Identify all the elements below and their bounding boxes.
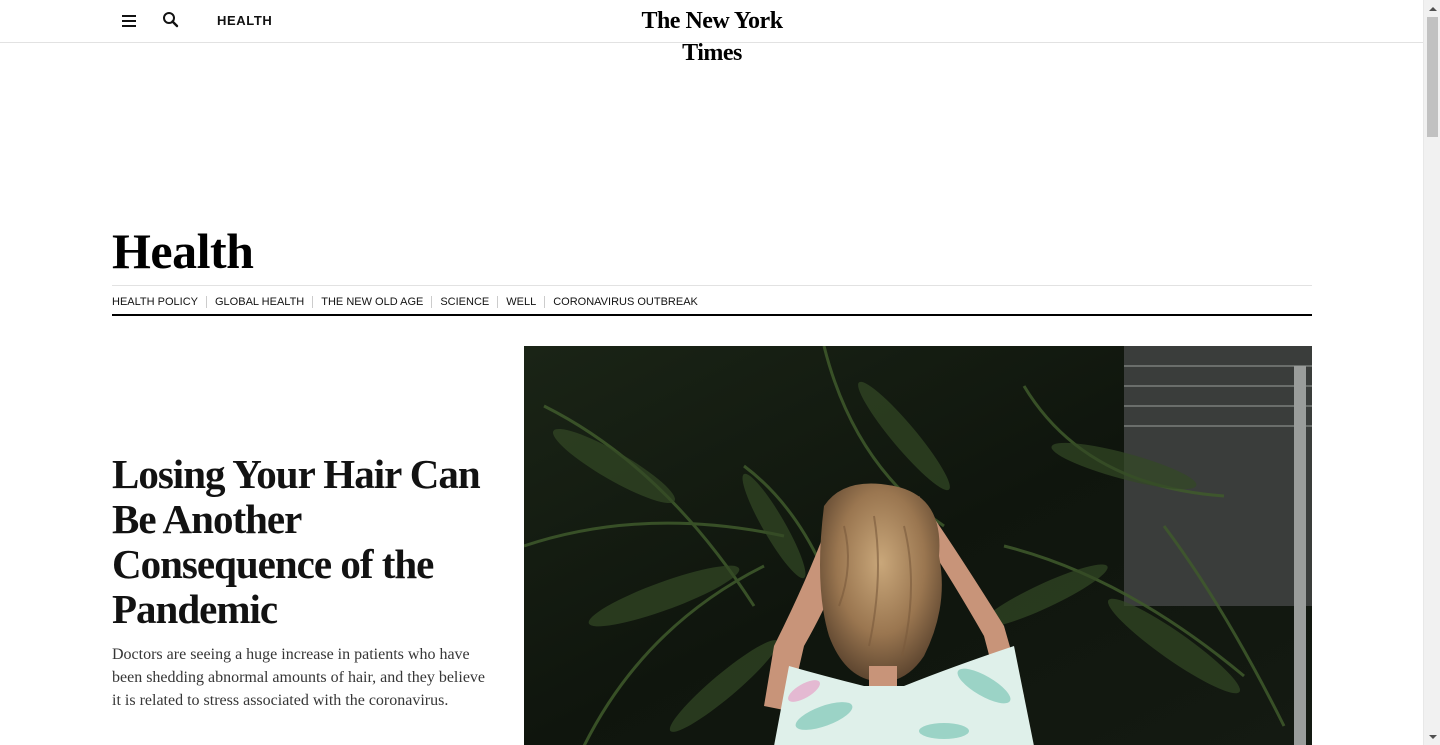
section-link-health[interactable]: HEALTH bbox=[217, 13, 272, 28]
nyt-logo[interactable]: The New York Times bbox=[612, 5, 812, 66]
search-icon[interactable] bbox=[160, 9, 182, 31]
subnav-separator bbox=[431, 296, 433, 308]
subnav-separator bbox=[206, 296, 207, 308]
content: HEALTH The New York Times Health HEALTH … bbox=[0, 0, 1423, 745]
section-title: Health bbox=[112, 223, 254, 279]
hamburger-menu-icon[interactable] bbox=[118, 10, 140, 32]
lead-photo[interactable] bbox=[524, 346, 1312, 745]
section-rule bbox=[112, 314, 1312, 316]
lead-summary: Doctors are seeing a huge increase in pa… bbox=[112, 646, 486, 709]
subnav-item-health-policy[interactable]: HEALTH POLICY bbox=[112, 296, 198, 308]
page: HEALTH The New York Times Health HEALTH … bbox=[0, 0, 1440, 745]
subnav-separator bbox=[312, 296, 314, 308]
subnav-separator bbox=[497, 296, 499, 308]
top-bar: HEALTH The New York Times bbox=[0, 0, 1423, 66]
lead-headline[interactable]: Losing Your Hair Can Be Another Conseque… bbox=[112, 452, 502, 632]
subnav-item-new-old-age[interactable]: THE NEW OLD AGE bbox=[321, 296, 423, 308]
scrollbar[interactable] bbox=[1423, 0, 1440, 745]
section-divider bbox=[112, 285, 1312, 286]
subnav-item-well[interactable]: WELL bbox=[506, 296, 536, 308]
scroll-down-arrow-icon[interactable] bbox=[1424, 728, 1440, 745]
subnav-separator bbox=[544, 296, 546, 308]
scroll-up-arrow-icon[interactable] bbox=[1424, 0, 1440, 17]
subnav-item-coronavirus[interactable]: CORONAVIRUS OUTBREAK bbox=[553, 296, 698, 308]
scroll-thumb[interactable] bbox=[1427, 17, 1438, 137]
subnav-item-global-health[interactable]: GLOBAL HEALTH bbox=[215, 296, 304, 308]
subnav-item-science[interactable]: SCIENCE bbox=[440, 296, 489, 308]
section-subnav: HEALTH POLICY GLOBAL HEALTH THE NEW OLD … bbox=[112, 294, 698, 310]
